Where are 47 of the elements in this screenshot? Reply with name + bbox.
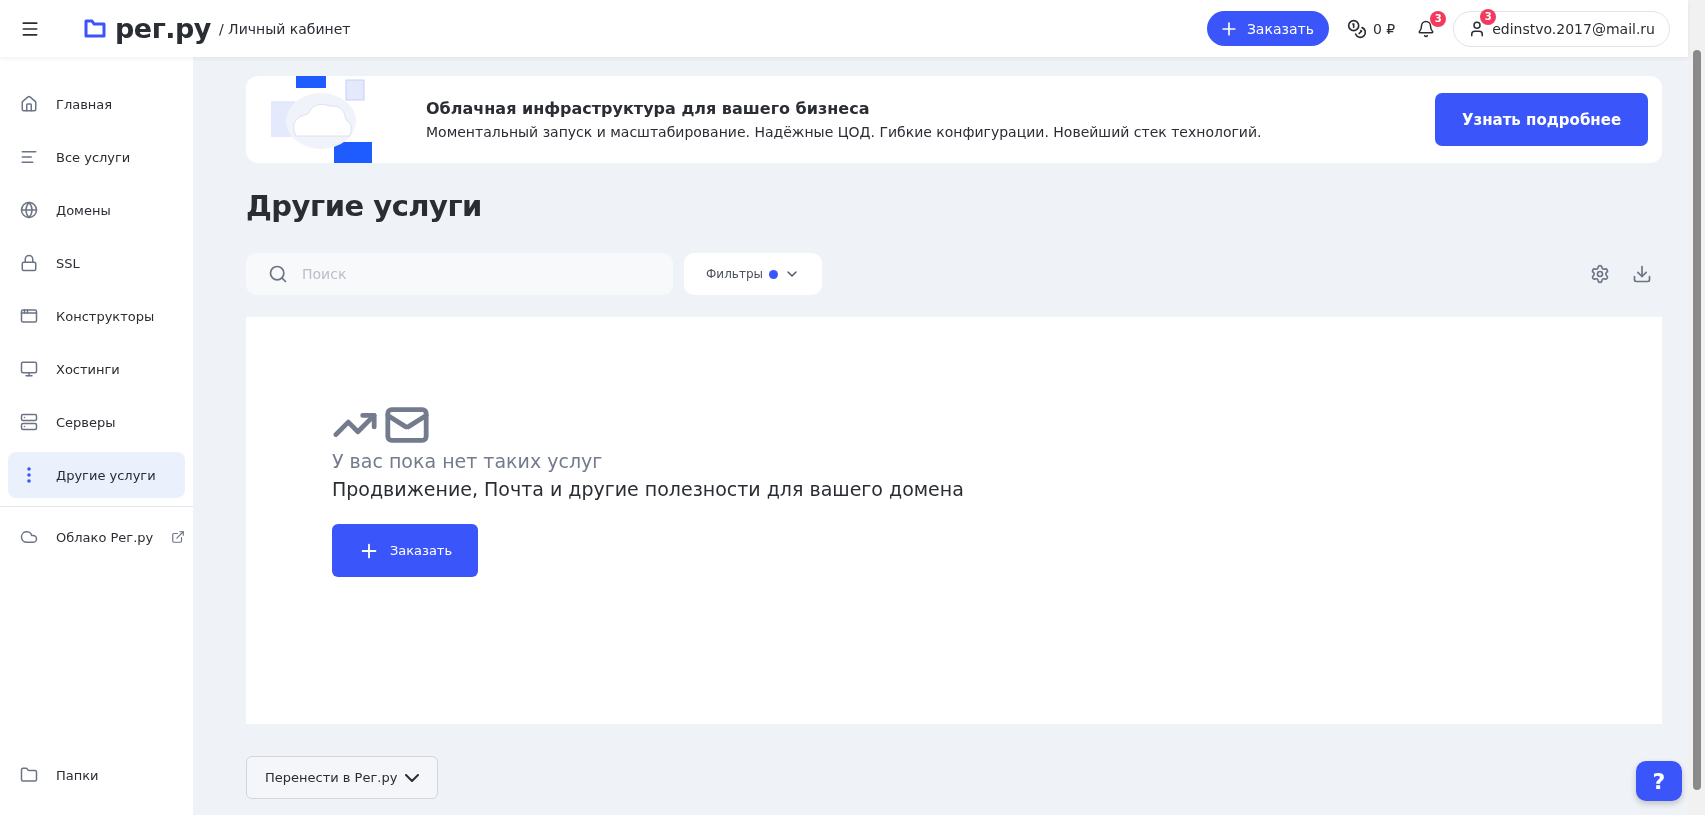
more-dots-icon: [27, 467, 31, 483]
search-icon: [268, 264, 288, 284]
search-field[interactable]: Поиск: [246, 253, 673, 295]
coins-icon: [1346, 18, 1367, 39]
breadcrumb: / Личный кабинет: [218, 20, 351, 37]
nav-icon: [20, 254, 38, 272]
banner-text: Моментальный запуск и масштабирование. Надёжные ЦОД. Гибкие конфигурации. Новейший стек технологий.: [426, 124, 1263, 140]
nav-icon: [20, 201, 38, 219]
sidebar-item[interactable]: Хостинги: [8, 346, 185, 392]
scrollbar[interactable]: [1688, 0, 1705, 815]
sidebar-item[interactable]: Другие услуги: [8, 452, 185, 498]
sidebar-item[interactable]: Конструкторы: [8, 293, 185, 339]
sidebar-item[interactable]: Папки: [8, 752, 185, 798]
folder-logo-icon: [83, 18, 107, 39]
sidebar-item[interactable]: Главная: [8, 81, 185, 127]
nav-icon: [20, 95, 38, 113]
chevron-down-icon: [405, 773, 420, 782]
account-badge: 3: [1480, 8, 1497, 25]
transfer-button[interactable]: Перенести в Рег.ру: [246, 756, 439, 799]
download-icon[interactable]: [1632, 264, 1652, 284]
sidebar-item[interactable]: SSL: [8, 240, 185, 286]
page-title: Другие услуги: [246, 189, 483, 223]
order-button[interactable]: Заказать: [1206, 11, 1329, 46]
nav-icon: [20, 148, 38, 166]
nav-icon: [20, 413, 38, 431]
sidebar-item[interactable]: Серверы: [8, 399, 185, 445]
banner-title: Облачная инфраструктура для вашего бизнеса: [426, 99, 871, 118]
cloud-icon: [20, 528, 38, 546]
learn-more-button[interactable]: Узнать подробнее: [1435, 93, 1648, 146]
empty-title: У вас пока нет таких услуг: [332, 450, 604, 472]
sidebar-item[interactable]: Все услуги: [8, 134, 185, 180]
help-button[interactable]: ?: [1636, 761, 1682, 801]
settings-icon[interactable]: [1590, 264, 1610, 284]
filters-button[interactable]: Фильтры: [684, 253, 822, 295]
empty-text: Продвижение, Почта и другие полезности для вашего домена: [332, 478, 965, 500]
notifications-icon[interactable]: [1417, 19, 1436, 38]
nav-icon: [20, 307, 38, 325]
logo-text[interactable]: рег.ру: [115, 13, 211, 44]
nav-icon: [20, 360, 38, 378]
notification-badge: 3: [1430, 10, 1447, 27]
order-button[interactable]: Заказать: [332, 524, 478, 577]
sidebar-item[interactable]: Домены: [8, 187, 185, 233]
sidebar-link[interactable]: Облако Рег.ру: [8, 514, 185, 560]
account-button[interactable]: edinstvo.2017@mail.ru 3: [1453, 10, 1670, 47]
folder-icon: [20, 766, 38, 784]
external-link-icon: [171, 530, 186, 544]
balance[interactable]: 0 ₽: [1372, 20, 1396, 37]
